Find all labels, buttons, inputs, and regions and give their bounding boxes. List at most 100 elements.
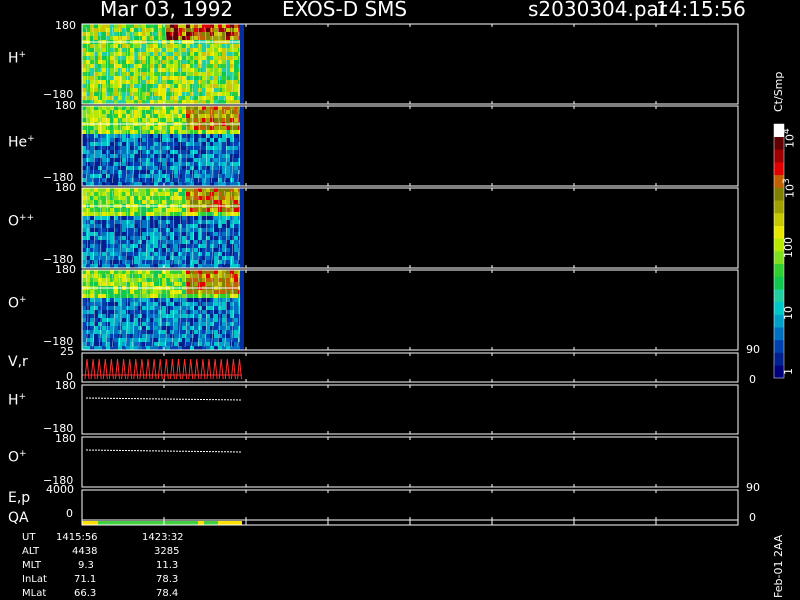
o-pp-cell	[126, 240, 131, 245]
he-plus-cell	[214, 118, 219, 123]
he-plus-cell	[94, 106, 99, 111]
h-plus-cell	[226, 80, 231, 85]
o-plus-cell	[202, 274, 207, 279]
o-pp-cell	[190, 208, 195, 213]
h-plus-cell	[138, 52, 143, 57]
o-plus-cell	[162, 314, 167, 319]
orbit-row-mlt-label: MLT	[22, 560, 41, 571]
he-plus-cell	[106, 146, 111, 151]
h-plus-cell	[234, 72, 239, 77]
he-plus-cell	[102, 162, 107, 167]
o-pp-cell	[90, 236, 95, 241]
h-plus-cell	[190, 72, 195, 77]
he-plus-cell	[214, 174, 219, 179]
o-pp-cell	[82, 256, 87, 261]
o-pp-cell	[234, 248, 239, 253]
h-plus-cell	[134, 56, 139, 61]
h-plus-cell	[166, 52, 171, 57]
he-plus-cell	[106, 134, 111, 139]
o-pp-cell	[154, 216, 159, 221]
o-pp-cell	[146, 236, 151, 241]
he-plus-cell	[210, 110, 215, 115]
h-plus-cell	[114, 52, 119, 57]
o-pp-cell	[110, 220, 115, 225]
h-plus-cell	[90, 56, 95, 61]
o-pp-cell	[114, 248, 119, 253]
o-plus-cell	[166, 270, 171, 275]
o-pp-cell	[166, 216, 171, 221]
h-plus-cell	[122, 36, 127, 41]
o-pp-cell	[174, 192, 179, 197]
h-plus-cell	[226, 24, 231, 29]
o-pp-cell	[98, 236, 103, 241]
o-pp-cell	[98, 212, 103, 217]
o-plus-cell	[234, 334, 239, 339]
h-plus-cell	[130, 64, 135, 69]
o-pp-cell	[214, 236, 219, 241]
h-plus-cell	[154, 88, 159, 93]
o-pp-cell	[122, 236, 127, 241]
he-plus-cell	[234, 146, 239, 151]
o-pp-cell	[230, 212, 235, 217]
he-plus-cell	[174, 162, 179, 167]
o-pp-cell	[202, 220, 207, 225]
he-plus-cell	[98, 130, 103, 135]
o-pp-cell	[134, 248, 139, 253]
h-plus-cell	[146, 96, 151, 101]
h-plus-cell	[94, 32, 99, 37]
he-plus-cell	[202, 130, 207, 135]
h-plus-cell	[162, 64, 167, 69]
o-pp-cell	[214, 216, 219, 221]
h-plus-cell	[146, 48, 151, 53]
h-plus-cell	[234, 64, 239, 69]
o-pp-cell	[190, 248, 195, 253]
o-pp-cell	[206, 260, 211, 265]
o-pp-cell	[154, 232, 159, 237]
h-plus-cell	[222, 92, 227, 97]
o-plus-cell	[82, 294, 87, 299]
he-plus-cell	[174, 134, 179, 139]
o-plus-cell	[154, 314, 159, 319]
o-plus-cell	[222, 338, 227, 343]
o-plus-cell	[90, 314, 95, 319]
o-pp-cell	[118, 216, 123, 221]
he-plus-cell	[190, 158, 195, 163]
he-plus-cell	[226, 158, 231, 163]
o-plus-cell	[122, 306, 127, 311]
o-plus-cell	[138, 314, 143, 319]
o-plus-cell	[234, 338, 239, 343]
he-plus-cell	[198, 170, 203, 175]
o-pp-cell	[158, 224, 163, 229]
he-plus-cell	[182, 146, 187, 151]
o-pp-cell	[218, 188, 223, 193]
o-pp-cell	[114, 260, 119, 265]
h-plus-cell	[222, 76, 227, 81]
o-pp-cell	[174, 256, 179, 261]
o-plus-cell	[154, 326, 159, 331]
h-plus-cell	[234, 92, 239, 97]
he-plus-cell	[98, 178, 103, 183]
o-pp-cell	[182, 216, 187, 221]
o-pp-cell	[194, 224, 199, 229]
h-plus-cell	[130, 88, 135, 93]
o-pp-cell	[138, 192, 143, 197]
h-plus-cell	[98, 28, 103, 33]
o-pp-cell	[146, 224, 151, 229]
h-plus-cell	[90, 28, 95, 33]
o-plus-cell	[154, 306, 159, 311]
h-plus-cell	[118, 32, 123, 37]
he-plus-cell	[226, 118, 231, 123]
he-plus-cell	[134, 174, 139, 179]
o-pp-cell	[218, 244, 223, 249]
h-plus-cell	[222, 48, 227, 53]
h-plus-cell	[90, 96, 95, 101]
o-plus-cell	[222, 318, 227, 323]
h-plus-cell	[174, 56, 179, 61]
he-plus-cell	[206, 166, 211, 171]
he-plus-cell	[134, 162, 139, 167]
he-plus-cell	[226, 106, 231, 111]
o-plus-edge	[240, 270, 244, 350]
he-plus-cell	[230, 138, 235, 143]
h-plus-cell	[154, 28, 159, 33]
h-plus-cell	[138, 36, 143, 41]
